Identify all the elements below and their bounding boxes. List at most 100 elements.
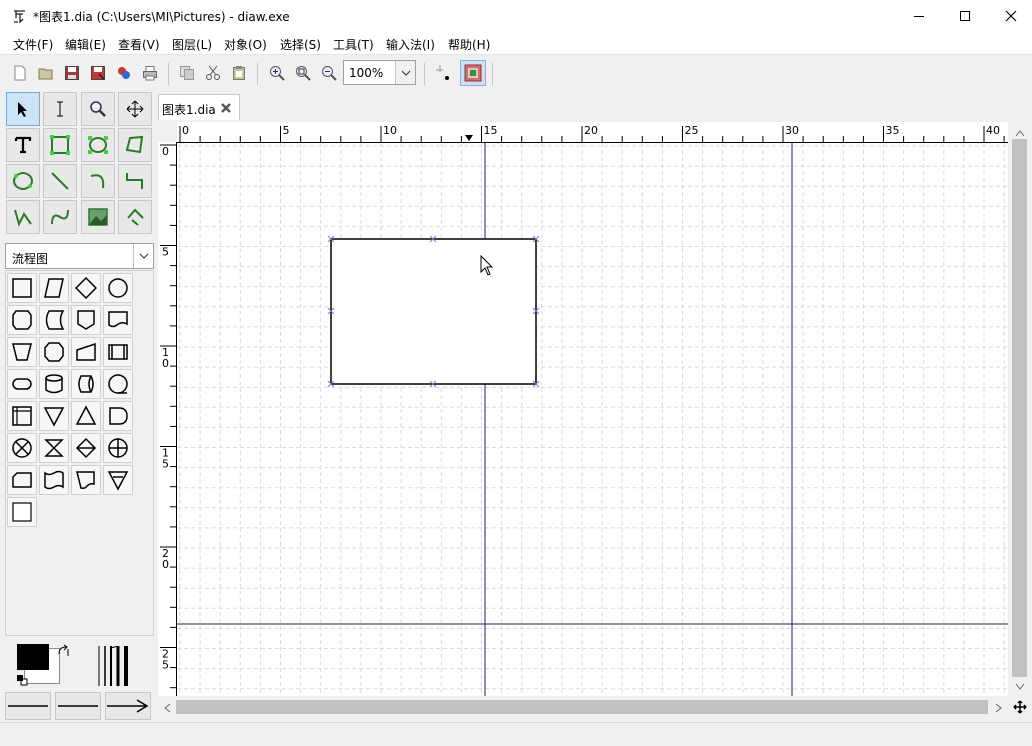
offpage-connector-shape[interactable] — [71, 305, 101, 335]
preparation-shape[interactable] — [7, 305, 37, 335]
scroll-right-icon[interactable] — [994, 702, 1004, 714]
sheet-dropdown-button[interactable] — [133, 244, 153, 268]
scroll-up-icon[interactable] — [1014, 128, 1026, 138]
magnetic-disk-shape[interactable] — [39, 369, 69, 399]
transport-shape[interactable] — [103, 465, 133, 495]
scroll-left-icon[interactable] — [162, 702, 172, 714]
minimize-button[interactable] — [896, 0, 942, 31]
outline-tool[interactable] — [118, 200, 152, 234]
collate-shape[interactable] — [39, 433, 69, 463]
foreground-color-swatch[interactable] — [17, 644, 49, 670]
zoom-in-button[interactable] — [267, 63, 287, 83]
box-tool[interactable] — [43, 128, 77, 162]
menu-layers[interactable]: 图层(L) — [172, 36, 212, 53]
polygon-tool[interactable] — [118, 128, 152, 162]
delay-shape[interactable] — [103, 401, 133, 431]
annotation-box-shape[interactable] — [7, 497, 37, 527]
arc-tool[interactable] — [81, 164, 115, 198]
line-tool[interactable] — [43, 164, 77, 198]
save-button[interactable] — [62, 63, 82, 83]
bezier-line-tool[interactable] — [43, 200, 77, 234]
open-button[interactable] — [36, 63, 56, 83]
triangle-up-icon — [75, 405, 97, 425]
horizontal-scrollbar[interactable] — [158, 696, 1008, 718]
save-as-button[interactable] — [88, 63, 108, 83]
manual-input-shape[interactable] — [71, 337, 101, 367]
sort-shape[interactable] — [71, 433, 101, 463]
ellipse-tool[interactable] — [81, 128, 115, 162]
bezier-line-icon — [51, 209, 69, 225]
display-shape[interactable] — [71, 465, 101, 495]
close-button[interactable] — [988, 0, 1032, 31]
swap-colors-icon[interactable] — [57, 644, 71, 658]
print-button[interactable] — [140, 63, 160, 83]
decision-shape[interactable] — [71, 273, 101, 303]
menu-tools[interactable]: 工具(T) — [333, 36, 374, 53]
terminal-shape[interactable] — [7, 369, 37, 399]
menu-select[interactable]: 选择(S) — [280, 36, 321, 53]
maximize-button[interactable] — [942, 0, 988, 31]
card-shape[interactable] — [7, 465, 37, 495]
process-shape[interactable] — [7, 273, 37, 303]
start-arrow-selector[interactable] — [5, 692, 51, 720]
menu-view[interactable]: 查看(V) — [118, 36, 160, 53]
manual-operation-shape[interactable] — [7, 337, 37, 367]
snap-to-grid-button[interactable] — [434, 63, 454, 83]
horizontal-scroll-thumb[interactable] — [176, 700, 988, 714]
line-width-icon[interactable] — [97, 646, 139, 686]
octagon-icon — [44, 342, 64, 362]
image-tool[interactable] — [81, 200, 115, 234]
vertical-scrollbar[interactable] — [1008, 122, 1032, 696]
polyline-tool[interactable] — [6, 200, 40, 234]
zoom-dropdown-button[interactable] — [395, 61, 415, 84]
delay-icon — [109, 407, 128, 425]
extract-shape[interactable] — [71, 401, 101, 431]
connector-shape[interactable] — [103, 273, 133, 303]
predefined-process-shape[interactable] — [103, 337, 133, 367]
punched-tape-shape[interactable] — [39, 465, 69, 495]
or-shape[interactable] — [103, 433, 133, 463]
menu-help[interactable]: 帮助(H) — [448, 36, 490, 53]
internal-storage-shape[interactable] — [7, 401, 37, 431]
scroll-tool[interactable] — [118, 92, 152, 126]
copy-button[interactable] — [177, 63, 197, 83]
scroll-down-icon[interactable] — [1014, 682, 1026, 692]
magnify-tool[interactable] — [81, 92, 115, 126]
text-edit-tool[interactable] — [43, 92, 77, 126]
print-icon — [143, 66, 157, 81]
menu-edit[interactable]: 编辑(E) — [65, 36, 106, 53]
navigation-corner[interactable] — [1008, 696, 1032, 718]
tab-diagram1[interactable]: 图表1.dia — [158, 94, 240, 120]
stored-data-shape[interactable] — [39, 305, 69, 335]
paste-button[interactable] — [229, 63, 249, 83]
tab-close-icon[interactable] — [219, 101, 233, 115]
flowchart-box[interactable] — [330, 238, 537, 385]
diagram-canvas[interactable] — [177, 143, 1008, 696]
sheet-selector[interactable]: 流程图 — [5, 243, 154, 269]
sequential-data-shape[interactable] — [103, 369, 133, 399]
line-style-button[interactable] — [55, 692, 101, 720]
zigzag-line-tool[interactable] — [118, 164, 152, 198]
menu-input-methods[interactable]: 输入法(I) — [386, 36, 435, 53]
menu-file[interactable]: 文件(F) — [13, 36, 53, 53]
menu-objects[interactable]: 对象(O) — [224, 36, 267, 53]
reset-colors-icon[interactable] — [16, 674, 28, 686]
end-arrow-selector[interactable] — [105, 692, 151, 720]
direct-access-storage-shape[interactable] — [71, 369, 101, 399]
text-tool[interactable] — [6, 128, 40, 162]
beziergon-tool[interactable] — [6, 164, 40, 198]
summing-junction-shape[interactable] — [7, 433, 37, 463]
zoom-out-button[interactable] — [319, 63, 339, 83]
merge-shape[interactable] — [39, 401, 69, 431]
cut-button[interactable] — [203, 63, 223, 83]
document-shape[interactable] — [103, 305, 133, 335]
zoom-fit-button[interactable] — [293, 63, 313, 83]
export-button[interactable] — [114, 63, 134, 83]
data-shape[interactable] — [39, 273, 69, 303]
vertical-scroll-thumb[interactable] — [1012, 139, 1027, 677]
new-button[interactable] — [10, 63, 30, 83]
zoom-combo[interactable]: 100% — [343, 60, 416, 85]
pointer-tool[interactable] — [6, 92, 40, 126]
snap-to-objects-button[interactable] — [460, 60, 486, 86]
loop-limit-shape[interactable] — [39, 337, 69, 367]
